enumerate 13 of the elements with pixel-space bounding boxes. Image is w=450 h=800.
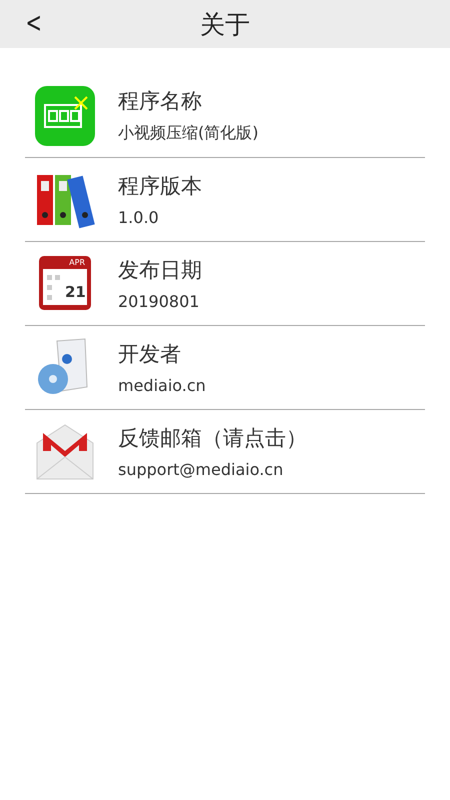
page-title: 关于 [200,8,250,40]
item-value: 1.0.0 [118,208,160,227]
item-value: 20190801 [118,292,200,311]
item-title: 开发者 [118,341,182,368]
back-button[interactable]: < [20,6,48,39]
film-scissors-icon [35,84,95,146]
item-value: 小视频压缩(简化版) [118,123,258,144]
item-value: mediaio.cn [118,376,206,395]
item-title: 发布日期 [118,257,202,284]
item-value[interactable]: support@mediaio.cn [118,460,307,479]
item-title: 程序名称 [118,88,203,115]
item-title: 程序版本 [118,173,202,200]
item-title: 反馈邮箱（请点击） [118,425,307,452]
